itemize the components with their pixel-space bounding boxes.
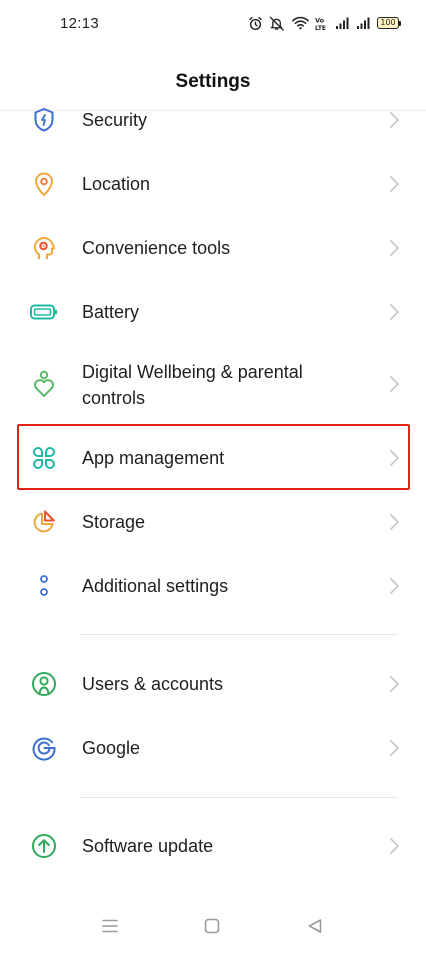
chevron-right-icon xyxy=(390,176,399,192)
menu-item-security[interactable]: Security xyxy=(0,106,426,134)
update-arrow-icon xyxy=(30,832,58,860)
menu-item-label-line1: Digital Wellbeing & parental xyxy=(82,362,303,382)
menu-item-label: App management xyxy=(82,448,225,468)
menu-item-label: Battery xyxy=(82,302,140,322)
menu-item-label: Software update xyxy=(82,836,214,856)
menu-item-label: Additional settings xyxy=(82,576,229,596)
navigation-bar xyxy=(0,900,426,953)
menu-item-label: Security xyxy=(82,110,148,130)
menu-item-app-management[interactable]: App management xyxy=(0,426,426,490)
back-icon[interactable] xyxy=(303,914,327,938)
menu-item-software-update[interactable]: Software update xyxy=(0,814,426,878)
menu-item-additional-settings[interactable]: Additional settings xyxy=(0,554,426,618)
menu-icon[interactable] xyxy=(98,914,122,938)
chevron-right-icon xyxy=(390,376,399,392)
menu-item-users-accounts[interactable]: Users & accounts xyxy=(0,652,426,716)
google-icon xyxy=(30,734,58,762)
chevron-right-icon xyxy=(390,112,399,128)
chevron-right-icon xyxy=(390,514,399,530)
section-divider xyxy=(80,797,398,798)
pie-chart-icon xyxy=(30,508,58,536)
menu-item-storage[interactable]: Storage xyxy=(0,490,426,554)
app-grid-icon xyxy=(30,444,58,472)
chevron-right-icon xyxy=(390,304,399,320)
menu-item-convenience-tools[interactable]: Convenience tools xyxy=(0,216,426,280)
menu-item-location[interactable]: Location xyxy=(0,152,426,216)
menu-item-label: Storage xyxy=(82,512,146,532)
chevron-right-icon xyxy=(390,838,399,854)
shield-icon xyxy=(30,106,58,134)
wellbeing-heart-icon xyxy=(30,370,58,398)
home-icon[interactable] xyxy=(200,914,224,938)
location-pin-icon xyxy=(30,170,58,198)
chevron-right-icon xyxy=(390,740,399,756)
chevron-right-icon xyxy=(390,676,399,692)
dots-icon xyxy=(30,572,58,600)
chevron-right-icon xyxy=(390,450,399,466)
menu-item-battery[interactable]: Battery xyxy=(0,280,426,344)
section-divider xyxy=(80,634,398,635)
menu-item-label: Location xyxy=(82,174,151,194)
menu-item-label: Users & accounts xyxy=(82,674,224,694)
menu-item-label-line2: controls xyxy=(82,388,146,408)
menu-item-label: Google xyxy=(82,738,141,758)
settings-list: Security Location Convenience tools Batt… xyxy=(0,0,426,953)
menu-item-label: Convenience tools xyxy=(82,238,231,258)
chevron-right-icon xyxy=(390,240,399,256)
battery-icon xyxy=(30,298,58,326)
menu-item-digital-wellbeing[interactable]: Digital Wellbeing & parental controls xyxy=(0,344,426,424)
head-gear-icon xyxy=(30,234,58,262)
chevron-right-icon xyxy=(390,578,399,594)
menu-item-google[interactable]: Google xyxy=(0,716,426,780)
user-icon xyxy=(30,670,58,698)
